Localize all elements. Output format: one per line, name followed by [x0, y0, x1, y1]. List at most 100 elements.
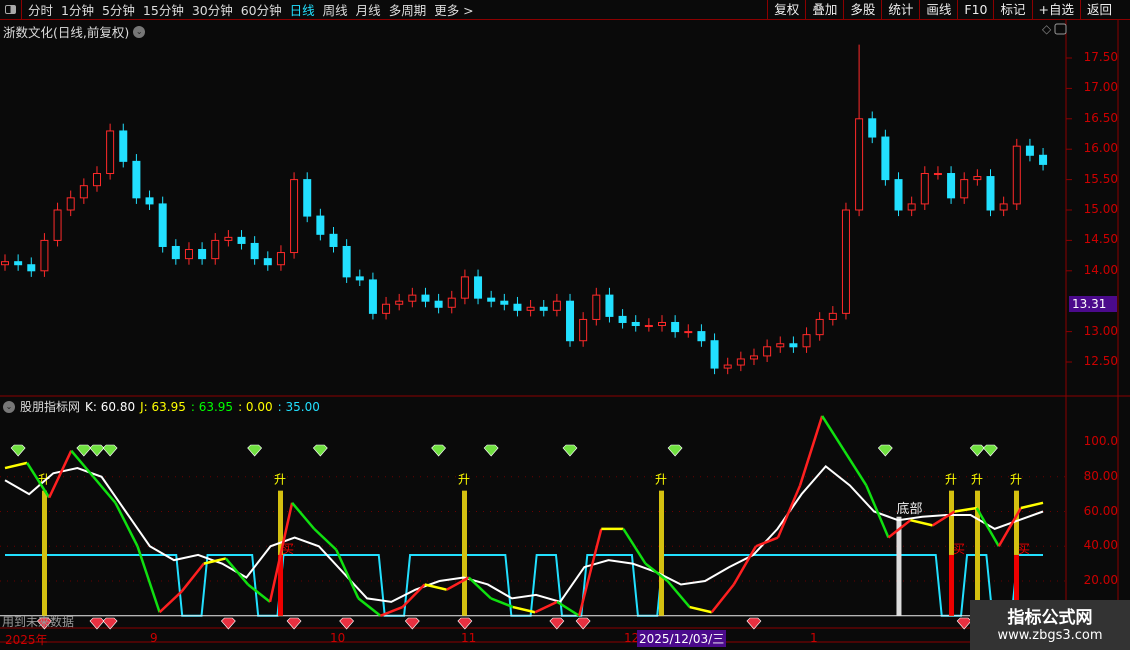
price-axis-label: 14.00: [1083, 262, 1118, 277]
candle: [1, 261, 9, 266]
rise-label: 升: [945, 473, 957, 487]
candle: [526, 306, 535, 311]
candle: [474, 276, 483, 299]
indicator-axis-label: 100.0: [1083, 434, 1118, 448]
candle: [999, 203, 1008, 211]
j-value: J: 63.95: [140, 399, 186, 414]
j-line-segment: [644, 562, 669, 582]
candle: [841, 209, 850, 314]
candle: [566, 300, 575, 342]
indicator-name[interactable]: 股朋指标网: [20, 398, 80, 415]
candle: [592, 294, 601, 320]
j-line-segment: [4, 461, 28, 470]
red-diamond-icon: [404, 617, 420, 630]
price-axis-label: 15.00: [1083, 202, 1118, 216]
green-diamond-icon: [312, 444, 328, 457]
candle: [434, 300, 443, 308]
x-label: 11: [461, 631, 477, 645]
chart-canvas[interactable]: ◇升升升升升升升买买买底部: [0, 0, 1130, 650]
candle: [684, 331, 693, 334]
candle: [644, 325, 653, 328]
green-diamond-icon: [667, 444, 683, 457]
candle: [395, 300, 404, 305]
candle: [342, 245, 351, 278]
j-line-segment: [136, 545, 161, 613]
red-diamond-icon: [339, 617, 355, 630]
buy-label: 买: [1018, 542, 1030, 556]
candle: [158, 203, 167, 247]
candle: [224, 236, 233, 241]
value-5: : 35.00: [277, 399, 320, 414]
candle: [40, 239, 49, 272]
candle: [973, 176, 982, 181]
candle: [106, 130, 115, 175]
green-diamond-icon: [877, 444, 893, 457]
candle: [828, 312, 837, 320]
candle: [211, 239, 220, 260]
red-diamond-icon: [286, 617, 302, 630]
candle: [868, 118, 877, 138]
value-3: : 63.95: [190, 399, 234, 414]
candle: [237, 236, 246, 244]
candle: [802, 334, 811, 348]
green-diamond-icon: [247, 444, 263, 457]
j-line-segment: [224, 557, 249, 586]
rise-label: 升: [274, 473, 286, 487]
candle: [671, 321, 680, 333]
j-line-segment: [247, 583, 271, 603]
candle: [697, 331, 706, 342]
j-line-segment: [158, 590, 183, 614]
candle: [960, 179, 969, 199]
candle: [408, 294, 417, 302]
buy-label: 买: [953, 542, 965, 556]
j-line-segment: [689, 605, 713, 614]
x-label: 1: [810, 631, 818, 645]
price-axis-label: 15.50: [1083, 171, 1118, 186]
candle: [605, 294, 614, 317]
candle: [552, 300, 561, 311]
candle: [382, 303, 391, 314]
candle: [92, 173, 101, 187]
candle: [933, 173, 942, 176]
candle: [145, 197, 154, 205]
rise-bar: [659, 490, 664, 616]
candle: [1025, 145, 1034, 156]
candle: [198, 249, 207, 260]
price-axis-label: 12.50: [1083, 354, 1118, 368]
candle: [14, 261, 23, 266]
j-line-segment: [467, 576, 492, 600]
candle: [132, 160, 141, 199]
green-diamond-icon: [483, 444, 499, 457]
buy-bar: [949, 554, 954, 616]
red-diamond-icon: [102, 617, 118, 630]
green-diamond-icon: [76, 444, 92, 457]
green-diamond-icon: [10, 444, 26, 457]
candle: [815, 318, 824, 336]
j-line-segment: [180, 562, 205, 593]
watermark-logo: 指标公式网 www.zbgs3.com: [970, 600, 1130, 650]
panel-icon: [1054, 23, 1067, 35]
candle: [447, 297, 456, 308]
candle: [776, 343, 785, 348]
candle: [79, 185, 88, 199]
candle: [579, 318, 588, 342]
candle: [1012, 145, 1021, 205]
j-line-segment: [821, 415, 846, 452]
j-line-segment: [666, 580, 691, 608]
candle: [53, 209, 62, 241]
green-diamond-icon: [431, 444, 447, 457]
candle: [500, 300, 509, 305]
green-diamond-icon: [89, 444, 105, 457]
j-line-segment: [954, 506, 977, 513]
chevron-down-icon[interactable]: ⌄: [3, 400, 15, 413]
k-value: K: 60.80: [85, 399, 136, 414]
cyan-line: [5, 553, 1043, 617]
red-diamond-icon: [89, 617, 105, 630]
candle: [460, 276, 469, 299]
candle: [513, 303, 522, 311]
j-line-segment: [975, 507, 1000, 547]
future-data-warning: 用到未来数据: [2, 615, 75, 629]
candle: [316, 215, 325, 235]
candle: [1039, 154, 1048, 165]
x-label: 2025年: [5, 633, 48, 647]
